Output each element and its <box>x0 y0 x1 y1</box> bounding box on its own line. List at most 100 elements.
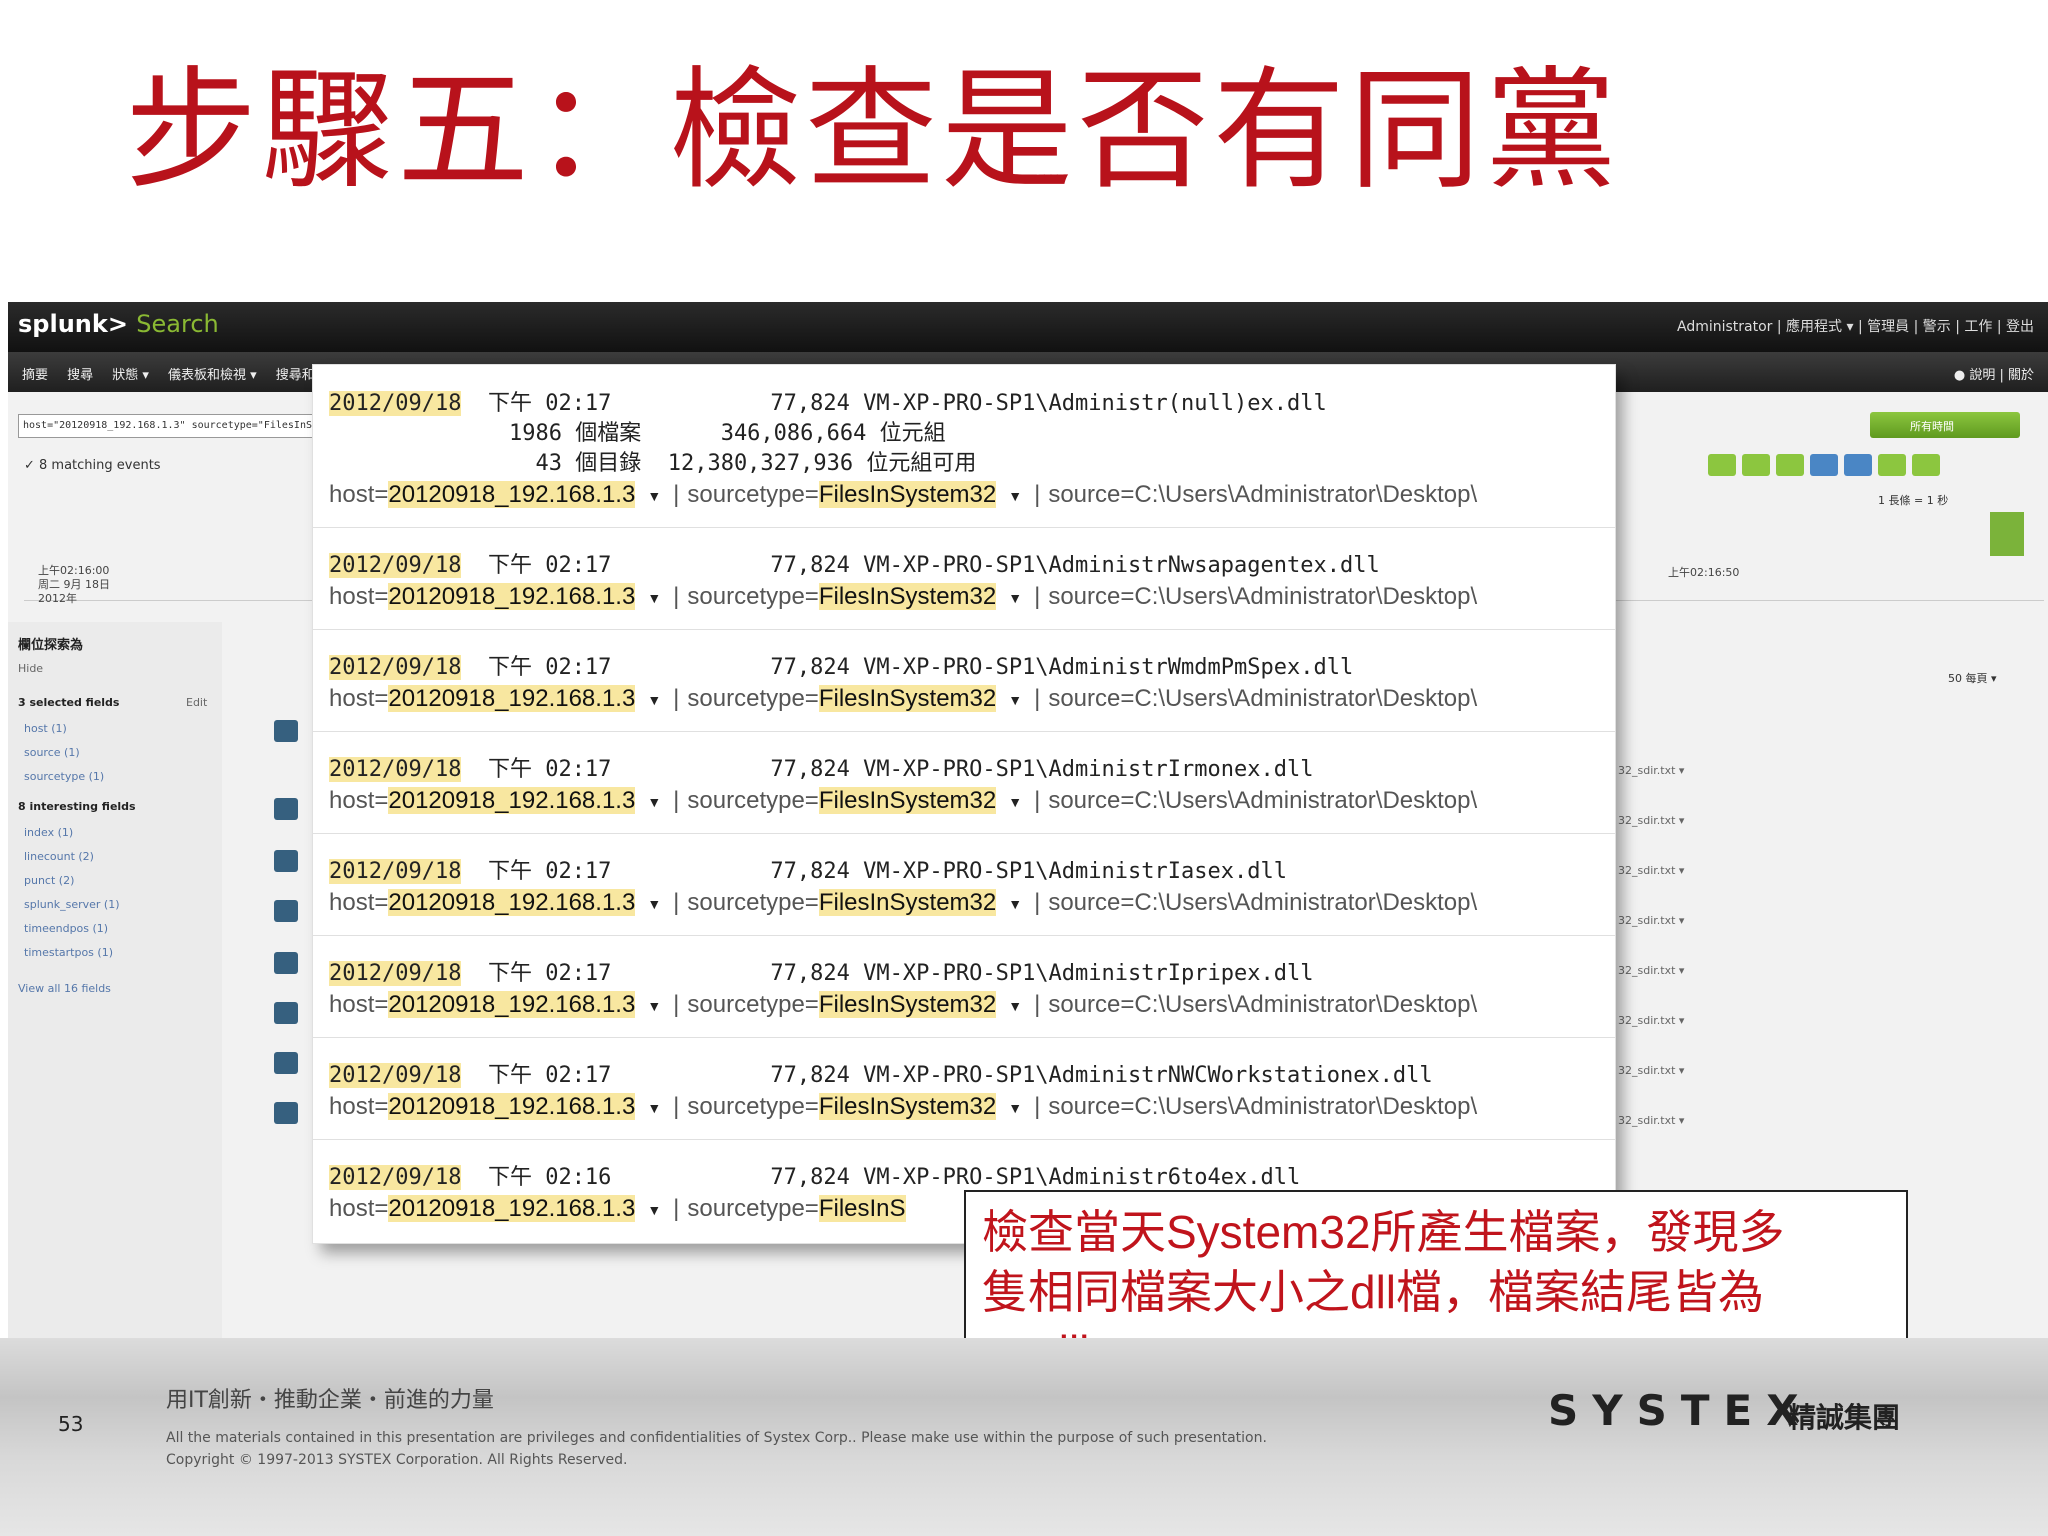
sourcetype-value[interactable]: FilesInSystem32 <box>818 991 997 1018</box>
source-value[interactable]: C:\Users\Administrator\Desktop\ <box>1134 1093 1477 1120</box>
source-value[interactable]: C:\Users\Administrator\Desktop\ <box>1134 991 1477 1018</box>
sourcetype-value[interactable]: FilesInS <box>818 1195 906 1222</box>
nav-item-dashboards[interactable]: 儀表板和檢視 ▾ <box>168 364 257 383</box>
event-row-icon[interactable] <box>274 798 298 820</box>
sourcetype-dropdown-icon[interactable]: ▼ <box>1008 888 1022 920</box>
sourcetype-dropdown-icon[interactable]: ▼ <box>1008 480 1022 512</box>
host-value[interactable]: 20120918_192.168.1.3 <box>388 1195 636 1222</box>
source-cell[interactable]: 32_sdir.txt ▾ <box>1618 964 1684 977</box>
field-source[interactable]: source (1) <box>24 746 80 759</box>
field-timestartpos[interactable]: timestartpos (1) <box>24 946 113 959</box>
sourcetype-dropdown-icon[interactable]: ▼ <box>1008 786 1022 818</box>
source-value[interactable]: C:\Users\Administrator\Desktop\ <box>1134 685 1477 712</box>
nav-item-status[interactable]: 狀態 ▾ <box>112 364 149 383</box>
sourcetype-value[interactable]: FilesInSystem32 <box>818 685 997 712</box>
host-dropdown-icon[interactable]: ▼ <box>647 582 661 614</box>
field-splunk-server[interactable]: splunk_server (1) <box>24 898 119 911</box>
host-dropdown-icon[interactable]: ▼ <box>647 888 661 920</box>
field-index[interactable]: index (1) <box>24 826 73 839</box>
host-value[interactable]: 20120918_192.168.1.3 <box>388 685 636 712</box>
event-row-icon[interactable] <box>274 720 298 742</box>
event-item[interactable]: 2012/09/18 下午 02:17 77,824 VM-XP-PRO-SP1… <box>329 551 1477 614</box>
source-cell[interactable]: 32_sdir.txt ▾ <box>1618 764 1684 777</box>
host-value[interactable]: 20120918_192.168.1.3 <box>388 481 636 508</box>
event-item[interactable]: 2012/09/18 下午 02:17 77,824 VM-XP-PRO-SP1… <box>329 755 1477 818</box>
host-dropdown-icon[interactable]: ▼ <box>647 1194 661 1226</box>
event-meta: host=20120918_192.168.1.3 ▼ | sourcetype=Fi… <box>329 581 1477 614</box>
sourcetype-value[interactable]: FilesInSystem32 <box>818 889 997 916</box>
sourcetype-dropdown-icon[interactable]: ▼ <box>1008 582 1022 614</box>
event-item[interactable]: 2012/09/18 下午 02:17 77,824 VM-XP-PRO-SP1… <box>329 653 1477 716</box>
event-item[interactable]: 2012/09/18 下午 02:17 77,824 VM-XP-PRO-SP1… <box>329 1061 1477 1124</box>
source-value[interactable]: C:\Users\Administrator\Desktop\ <box>1134 889 1477 916</box>
systex-logo: SYSTEX <box>1548 1386 1813 1435</box>
event-row-icon[interactable] <box>274 952 298 974</box>
event-row-icon[interactable] <box>274 900 298 922</box>
source-cell[interactable]: 32_sdir.txt ▾ <box>1618 914 1684 927</box>
event-row-icon[interactable] <box>274 1002 298 1024</box>
field-linecount[interactable]: linecount (2) <box>24 850 94 863</box>
event-size: 77,824 <box>770 961 850 986</box>
event-row-icon[interactable] <box>274 1102 298 1124</box>
view-all-fields-link[interactable]: View all 16 fields <box>18 982 111 995</box>
source-value[interactable]: C:\Users\Administrator\Desktop\ <box>1134 481 1477 508</box>
time-range-button[interactable]: 所有時間 <box>1870 412 2020 438</box>
source-cell[interactable]: 32_sdir.txt ▾ <box>1618 1014 1684 1027</box>
nav-item-summary[interactable]: 摘要 <box>22 364 48 383</box>
host-dropdown-icon[interactable]: ▼ <box>647 1092 661 1124</box>
event-file: VM-XP-PRO-SP1\Administr(null)ex.dll <box>863 391 1327 416</box>
source-value[interactable]: C:\Users\Administrator\Desktop\ <box>1134 787 1477 814</box>
field-timeendpos[interactable]: timeendpos (1) <box>24 922 108 935</box>
field-sourcetype[interactable]: sourcetype (1) <box>24 770 104 783</box>
event-time: 下午 02:17 <box>487 961 612 986</box>
field-punct[interactable]: punct (2) <box>24 874 74 887</box>
sourcetype-value[interactable]: FilesInSystem32 <box>818 481 997 508</box>
event-row-icon[interactable] <box>274 850 298 872</box>
timeline-bar[interactable] <box>1990 512 2024 556</box>
host-value[interactable]: 20120918_192.168.1.3 <box>388 889 636 916</box>
source-cell[interactable]: 32_sdir.txt ▾ <box>1618 814 1684 827</box>
host-value[interactable]: 20120918_192.168.1.3 <box>388 1093 636 1120</box>
event-item[interactable]: 2012/09/18 下午 02:17 77,824 VM-XP-PRO-SP1… <box>329 857 1477 920</box>
source-cell[interactable]: 32_sdir.txt ▾ <box>1618 864 1684 877</box>
host-dropdown-icon[interactable]: ▼ <box>647 480 661 512</box>
host-value[interactable]: 20120918_192.168.1.3 <box>388 991 636 1018</box>
field-host[interactable]: host (1) <box>24 722 67 735</box>
action-button[interactable] <box>1776 454 1804 476</box>
action-button[interactable] <box>1742 454 1770 476</box>
matching-events: ✓ 8 matching events <box>24 458 161 473</box>
host-dropdown-icon[interactable]: ▼ <box>647 990 661 1022</box>
action-button[interactable] <box>1878 454 1906 476</box>
source-cell[interactable]: 32_sdir.txt ▾ <box>1618 1064 1684 1077</box>
source-value[interactable]: C:\Users\Administrator\Desktop\ <box>1134 583 1477 610</box>
event-line: 2012/09/18 下午 02:17 77,824 VM-XP-PRO-SP1… <box>329 389 1477 419</box>
event-item[interactable]: 2012/09/18 下午 02:17 77,824 VM-XP-PRO-SP1… <box>329 959 1477 1022</box>
host-value[interactable]: 20120918_192.168.1.3 <box>388 583 636 610</box>
per-page-select[interactable]: 50 每頁 ▾ <box>1948 670 1997 686</box>
nav-help[interactable]: ● 說明 | 關於 <box>1954 364 2034 383</box>
search-input[interactable]: host="20120918_192.168.1.3" sourcetype="… <box>18 414 324 438</box>
sourcetype-value[interactable]: FilesInSystem32 <box>818 1093 997 1120</box>
sidebar-hide-link[interactable]: Hide <box>18 662 43 675</box>
sourcetype-dropdown-icon[interactable]: ▼ <box>1008 684 1022 716</box>
sourcetype-value[interactable]: FilesInSystem32 <box>818 787 997 814</box>
sourcetype-dropdown-icon[interactable]: ▼ <box>1008 1092 1022 1124</box>
sourcetype-dropdown-icon[interactable]: ▼ <box>1008 990 1022 1022</box>
selected-fields-label: 3 selected fields <box>18 696 120 709</box>
source-cell[interactable]: 32_sdir.txt ▾ <box>1618 1114 1684 1127</box>
user-menu[interactable]: Administrator | 應用程式 ▾ | 管理員 | 警示 | 工作 |… <box>1677 316 2034 336</box>
host-dropdown-icon[interactable]: ▼ <box>647 684 661 716</box>
event-item[interactable]: 2012/09/18 下午 02:17 77,824 VM-XP-PRO-SP1… <box>329 389 1477 512</box>
create-button[interactable] <box>1912 454 1940 476</box>
edit-fields-link[interactable]: Edit <box>186 696 207 709</box>
nav-item-search[interactable]: 搜尋 <box>67 364 93 383</box>
splunk-logo[interactable]: splunk> Search <box>18 310 219 338</box>
action-button[interactable] <box>1708 454 1736 476</box>
save-button[interactable] <box>1844 454 1872 476</box>
info-button[interactable] <box>1810 454 1838 476</box>
event-row-icon[interactable] <box>274 1052 298 1074</box>
host-dropdown-icon[interactable]: ▼ <box>647 786 661 818</box>
host-key: host= <box>329 787 389 814</box>
sourcetype-value[interactable]: FilesInSystem32 <box>818 583 997 610</box>
host-value[interactable]: 20120918_192.168.1.3 <box>388 787 636 814</box>
